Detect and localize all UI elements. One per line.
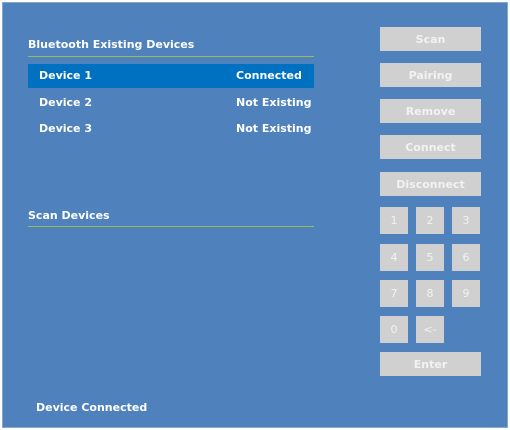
device-row-3[interactable]: Device 3 Not Existing [28,117,314,141]
existing-devices-divider [28,56,314,57]
keypad-backspace-key[interactable]: <- [416,316,444,343]
remove-button[interactable]: Remove [380,99,481,123]
status-message: Device Connected [36,401,148,414]
device-status: Not Existing [236,96,312,109]
keypad-key-0[interactable]: 0 [380,316,408,343]
connect-button[interactable]: Connect [380,135,481,159]
pairing-button[interactable]: Pairing [380,63,481,87]
keypad-key-3[interactable]: 3 [452,207,480,234]
keypad-key-9[interactable]: 9 [452,280,480,307]
keypad-key-8[interactable]: 8 [416,280,444,307]
keypad-key-1[interactable]: 1 [380,207,408,234]
device-row-2[interactable]: Device 2 Not Existing [28,91,314,115]
scan-devices-divider [28,226,314,227]
scan-button[interactable]: Scan [380,27,481,51]
scan-devices-title: Scan Devices [28,209,110,222]
device-name: Device 2 [39,96,92,109]
keypad-key-4[interactable]: 4 [380,244,408,271]
enter-button[interactable]: Enter [380,352,481,376]
existing-devices-title: Bluetooth Existing Devices [28,38,195,51]
keypad-key-7[interactable]: 7 [380,280,408,307]
scan-devices-list[interactable] [28,231,314,381]
device-name: Device 1 [39,69,92,82]
keypad-key-2[interactable]: 2 [416,207,444,234]
device-status: Not Existing [236,122,312,135]
disconnect-button[interactable]: Disconnect [380,172,481,196]
keypad-key-5[interactable]: 5 [416,244,444,271]
device-row-1[interactable]: Device 1 Connected [28,64,314,88]
app-window: Bluetooth Existing Devices Device 1 Conn… [2,2,508,428]
device-status: Connected [236,69,302,82]
keypad-key-6[interactable]: 6 [452,244,480,271]
device-name: Device 3 [39,122,92,135]
